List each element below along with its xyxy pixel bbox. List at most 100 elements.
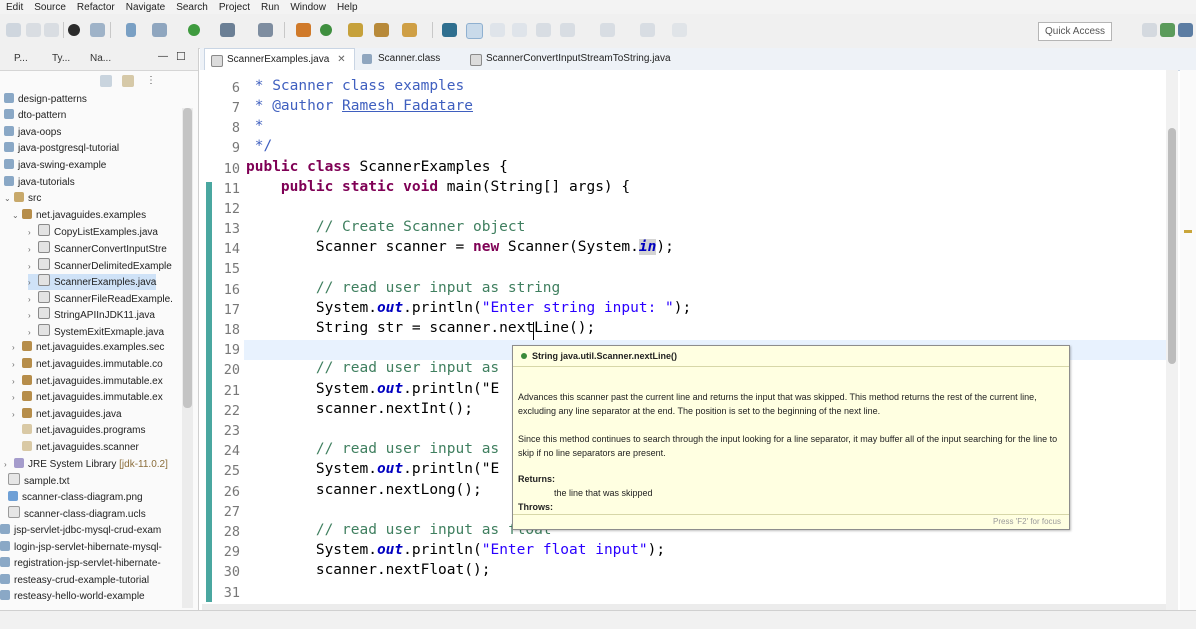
menu-project[interactable]: Project [219, 2, 250, 13]
tree-item[interactable]: scanner-class-diagram.ucls [8, 506, 146, 522]
debug-perspective-icon[interactable] [1178, 23, 1193, 37]
tab-package-explorer[interactable]: P... [14, 53, 28, 64]
menu-navigate[interactable]: Navigate [126, 2, 165, 13]
scrollbar-thumb[interactable] [1168, 128, 1176, 364]
menu-run[interactable]: Run [261, 2, 279, 13]
menu-refactor[interactable]: Refactor [77, 2, 115, 13]
tree-item[interactable]: java-tutorials [4, 175, 75, 191]
open-type-icon[interactable] [348, 23, 363, 37]
expand-toggle-icon[interactable]: › [28, 242, 36, 258]
debug-icon[interactable] [68, 24, 80, 36]
tree-item[interactable]: resteasy-crud-example-tutorial [0, 573, 149, 589]
run-icon[interactable] [188, 24, 200, 36]
expand-toggle-icon[interactable]: › [12, 374, 20, 390]
back-icon[interactable] [640, 23, 655, 37]
tree-item[interactable]: › ScannerDelimitedExample [28, 258, 172, 274]
new-class-icon[interactable] [320, 24, 332, 36]
tree-item[interactable]: dto-pattern [4, 108, 66, 124]
tree-item[interactable]: › net.javaguides.immutable.co [12, 357, 163, 373]
pin-icon[interactable] [442, 23, 457, 37]
tree-item[interactable]: › net.javaguides.immutable.ex [12, 390, 163, 406]
expand-toggle-icon[interactable]: › [28, 325, 36, 341]
forward-icon[interactable] [672, 23, 687, 37]
tree-item[interactable]: scanner-class-diagram.png [8, 490, 143, 506]
tree-item[interactable]: › CopyListExamples.java [28, 224, 158, 240]
last-edit-icon[interactable] [600, 23, 615, 37]
new-icon[interactable] [6, 23, 21, 37]
open-perspective-icon[interactable] [1142, 23, 1157, 37]
collapse-all-icon[interactable] [100, 75, 112, 87]
tab-navigator[interactable]: Na... [90, 53, 111, 64]
overview-ruler[interactable] [1180, 70, 1196, 610]
tree-item[interactable]: › StringAPIInJDK11.java [28, 307, 155, 323]
expand-toggle-icon[interactable]: › [12, 407, 20, 423]
menu-search[interactable]: Search [176, 2, 208, 13]
expand-toggle-icon[interactable]: › [28, 292, 36, 308]
tree-item[interactable]: › ScannerFileReadExample. [28, 291, 173, 307]
next-annotation-icon[interactable] [536, 23, 551, 37]
expand-toggle-icon[interactable]: › [28, 225, 36, 241]
expand-toggle-icon[interactable]: › [28, 259, 36, 275]
tree-item[interactable]: › net.javaguides.examples.sec [12, 340, 164, 356]
external-tools-icon[interactable] [220, 23, 235, 37]
expand-toggle-icon[interactable]: › [4, 457, 12, 473]
close-icon[interactable]: ✕ [337, 54, 345, 65]
expand-toggle-icon[interactable]: › [12, 357, 20, 373]
prev-annotation-icon[interactable] [560, 23, 575, 37]
tree-item[interactable]: resteasy-hello-world-example [0, 589, 145, 605]
menu-edit[interactable]: Edit [6, 2, 23, 13]
block-selection-icon[interactable] [490, 23, 505, 37]
tree-item[interactable]: › JRE System Library [jdk-11.0.2] [4, 457, 168, 473]
toggle-mark-icon[interactable] [466, 23, 483, 39]
tab-type-hierarchy[interactable]: Ty... [52, 53, 70, 64]
editor-vertical-scrollbar[interactable] [1166, 70, 1178, 610]
new-java-project-icon[interactable] [296, 23, 311, 37]
javadoc-hover-popup[interactable]: String java.util.Scanner.nextLine() Adva… [512, 345, 1070, 530]
tree-item[interactable]: sample.txt [8, 473, 70, 489]
java-perspective-icon[interactable] [1160, 23, 1175, 37]
tree-item-selected[interactable]: › ScannerExamples.java [28, 274, 157, 291]
tree-item[interactable]: › SystemExitExmaple.java [28, 324, 164, 340]
tree-item[interactable]: registration-jsp-servlet-hibernate- [0, 556, 161, 572]
expand-toggle-icon[interactable]: › [12, 340, 20, 356]
tree-item[interactable]: › ScannerConvertInputStre [28, 241, 167, 257]
tree-item[interactable]: java-postgresql-tutorial [4, 141, 119, 157]
quick-access-field[interactable]: Quick Access [1038, 22, 1112, 41]
tree-item[interactable]: jsp-servlet-jdbc-mysql-crud-exam [0, 523, 161, 539]
link-with-editor-icon[interactable] [122, 75, 134, 87]
open-task-icon[interactable] [374, 23, 389, 37]
tree-item[interactable]: login-jsp-servlet-hibernate-mysql- [0, 540, 162, 556]
menu-help[interactable]: Help [337, 2, 358, 13]
tree-item[interactable]: net.javaguides.programs [22, 423, 146, 439]
mark-occurrences-icon[interactable] [402, 23, 417, 37]
tab-scanner-convert[interactable]: ScannerConvertInputStreamToString.java [464, 48, 679, 70]
tab-scanner-class[interactable]: Scanner.class [356, 48, 448, 70]
tree-item[interactable]: › net.javaguides.immutable.ex [12, 374, 163, 390]
menu-source[interactable]: Source [34, 2, 66, 13]
package-explorer-scrollbar[interactable] [182, 108, 193, 608]
coverage-icon[interactable] [152, 23, 167, 37]
menu-window[interactable]: Window [290, 2, 326, 13]
save-icon[interactable] [26, 23, 41, 37]
minimize-icon[interactable]: — [158, 51, 168, 62]
scrollbar-thumb[interactable] [183, 108, 192, 408]
expand-toggle-icon[interactable]: › [12, 390, 20, 406]
whitespace-icon[interactable] [512, 23, 527, 37]
tree-item[interactable]: java-oops [4, 125, 61, 141]
search-icon[interactable] [258, 23, 273, 37]
expand-toggle-icon[interactable]: ⌄ [12, 208, 20, 224]
tree-item[interactable]: ⌄ src [4, 191, 41, 207]
save-all-icon[interactable] [44, 23, 59, 37]
skip-breakpoints-icon[interactable] [126, 23, 136, 37]
tree-item[interactable]: java-swing-example [4, 158, 106, 174]
terminal-icon[interactable] [90, 23, 105, 37]
expand-toggle-icon[interactable]: › [28, 308, 36, 324]
tree-item[interactable]: design-patterns [4, 92, 87, 108]
view-menu-icon[interactable]: ⋮ [146, 75, 156, 87]
expand-toggle-icon[interactable]: › [28, 275, 36, 291]
maximize-icon[interactable]: ☐ [176, 50, 186, 63]
tree-item[interactable]: net.javaguides.scanner [22, 440, 139, 456]
expand-toggle-icon[interactable]: ⌄ [4, 191, 12, 207]
occurrence-marker[interactable] [1184, 230, 1192, 233]
tab-scanner-examples[interactable]: ScannerExamples.java ✕ [204, 48, 355, 71]
